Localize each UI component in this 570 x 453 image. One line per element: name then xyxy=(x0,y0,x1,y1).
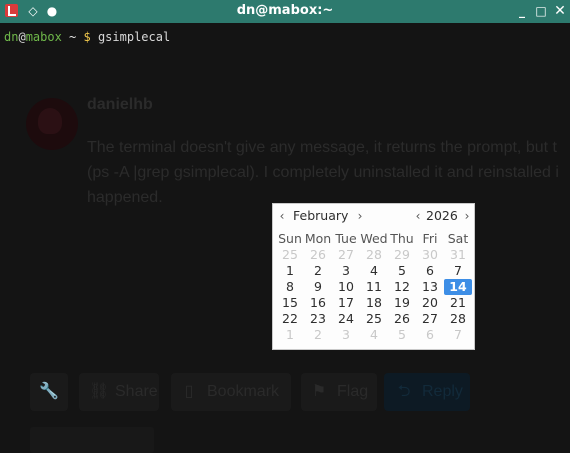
calendar-day[interactable]: 9 xyxy=(304,279,332,295)
calendar-day[interactable]: 28 xyxy=(444,311,472,327)
calendar-day-outside[interactable]: 6 xyxy=(416,327,444,343)
calendar-day[interactable]: 15 xyxy=(276,295,304,311)
calendar-day[interactable]: 6 xyxy=(416,263,444,279)
calendar-day-outside[interactable]: 3 xyxy=(332,327,360,343)
calendar-day-outside[interactable]: 1 xyxy=(276,327,304,343)
prev-year-button[interactable]: ‹ xyxy=(412,207,424,225)
calendar-day[interactable]: 18 xyxy=(360,295,388,311)
calendar-day[interactable]: 3 xyxy=(332,263,360,279)
post-text-line: (ps -A |grep gsimplecal). I completely u… xyxy=(87,164,559,181)
reply-button: ⮌ Reply xyxy=(384,373,470,411)
calendar-day-outside[interactable]: 7 xyxy=(444,327,472,343)
prompt-host: mabox xyxy=(25,30,62,44)
calendar-day-outside[interactable]: 29 xyxy=(388,247,416,263)
prompt-user: dn xyxy=(4,30,19,44)
calendar-day[interactable]: 17 xyxy=(332,295,360,311)
reply-icon: ⮌ xyxy=(397,383,411,400)
calendar-day[interactable]: 24 xyxy=(332,311,360,327)
calendar-day[interactable]: 20 xyxy=(416,295,444,311)
prompt-command: gsimplecal xyxy=(90,30,171,44)
prompt-path: ~ xyxy=(61,30,77,44)
post-username: danielhb xyxy=(87,96,153,113)
wrench-icon: 🔧 xyxy=(39,383,59,400)
next-month-button[interactable]: › xyxy=(354,207,366,225)
year-label: 2026 xyxy=(426,208,458,223)
calendar-day-outside[interactable]: 31 xyxy=(444,247,472,263)
weekday-header: Mon xyxy=(304,231,332,246)
bookmark-button: ▯ Bookmark xyxy=(171,373,291,411)
calendar-day[interactable]: 16 xyxy=(304,295,332,311)
calendar-day-outside[interactable]: 25 xyxy=(276,247,304,263)
calendar-day-outside[interactable]: 4 xyxy=(360,327,388,343)
close-icon[interactable]: ✕ xyxy=(552,3,568,19)
prompt-line: dn@mabox ~ $ gsimplecal xyxy=(4,30,170,44)
window-title: dn@mabox:~ xyxy=(236,3,334,18)
prev-month-button[interactable]: ‹ xyxy=(276,207,288,225)
calendar-day[interactable]: 4 xyxy=(360,263,388,279)
calendar-day-outside[interactable]: 2 xyxy=(304,327,332,343)
calendar-day-outside[interactable]: 30 xyxy=(416,247,444,263)
calendar-day[interactable]: 27 xyxy=(416,311,444,327)
prompt-at: @ xyxy=(18,30,26,44)
minimize-icon[interactable]: _ xyxy=(514,3,530,19)
calendar-day[interactable]: 1 xyxy=(276,263,304,279)
calendar-day-outside[interactable]: 27 xyxy=(332,247,360,263)
weekday-header: Thu xyxy=(390,231,414,246)
calendar-day[interactable]: 21 xyxy=(444,295,472,311)
calendar-day[interactable]: 22 xyxy=(276,311,304,327)
calendar-day-outside[interactable]: 28 xyxy=(360,247,388,263)
calendar-day[interactable]: 8 xyxy=(276,279,304,295)
reply-label: Reply xyxy=(422,383,463,400)
flag-button: ⚑ Flag xyxy=(301,373,377,411)
avatar xyxy=(26,98,78,150)
bookmark-label: Bookmark xyxy=(207,383,280,400)
calendar-day[interactable]: 12 xyxy=(388,279,416,295)
calendar-day[interactable]: 7 xyxy=(444,263,472,279)
link-icon: ⛓ xyxy=(89,383,110,400)
weekday-header: Sun xyxy=(278,231,302,246)
calendar-day-outside[interactable]: 5 xyxy=(388,327,416,343)
calendar-popup[interactable]: ‹ February › ‹ 2026 › Sun Mon Tue Wed Thu Fri… xyxy=(272,203,475,350)
share-button: ⛓ Share xyxy=(79,373,159,411)
next-year-button[interactable]: › xyxy=(461,207,473,225)
flag-icon: ⚑ xyxy=(311,383,327,400)
window-titlebar[interactable]: ◇ ● dn@mabox:~ _ □ ✕ xyxy=(0,0,570,23)
admin-wrench-button: 🔧 xyxy=(30,373,68,411)
calendar-day[interactable]: 23 xyxy=(304,311,332,327)
month-label: February xyxy=(293,208,349,223)
weekday-header: Tue xyxy=(335,231,357,246)
calendar-day[interactable]: 25 xyxy=(360,311,388,327)
calendar-day[interactable]: 14 xyxy=(444,279,472,295)
calendar-day[interactable]: 5 xyxy=(388,263,416,279)
weekday-header: Wed xyxy=(360,231,388,246)
calendar-day[interactable]: 11 xyxy=(360,279,388,295)
calendar-day[interactable]: 26 xyxy=(388,311,416,327)
flag-label: Flag xyxy=(337,383,369,400)
calendar-day[interactable]: 19 xyxy=(388,295,416,311)
weekday-header: Fri xyxy=(422,231,438,246)
calendar-day[interactable]: 2 xyxy=(304,263,332,279)
post-text-line: happened. xyxy=(87,189,163,206)
bookmark-icon: ▯ xyxy=(184,383,194,400)
post-text-line: The terminal doesn't give any message, i… xyxy=(87,139,557,156)
calendar-day[interactable]: 10 xyxy=(332,279,360,295)
calendar-day[interactable]: 13 xyxy=(416,279,444,295)
weekday-header: Sat xyxy=(447,231,469,246)
footer-chip xyxy=(30,427,154,453)
calendar-day-outside[interactable]: 26 xyxy=(304,247,332,263)
share-label: Share xyxy=(115,383,158,400)
prompt-symbol: $ xyxy=(76,30,91,44)
maximize-icon[interactable]: □ xyxy=(533,3,549,19)
